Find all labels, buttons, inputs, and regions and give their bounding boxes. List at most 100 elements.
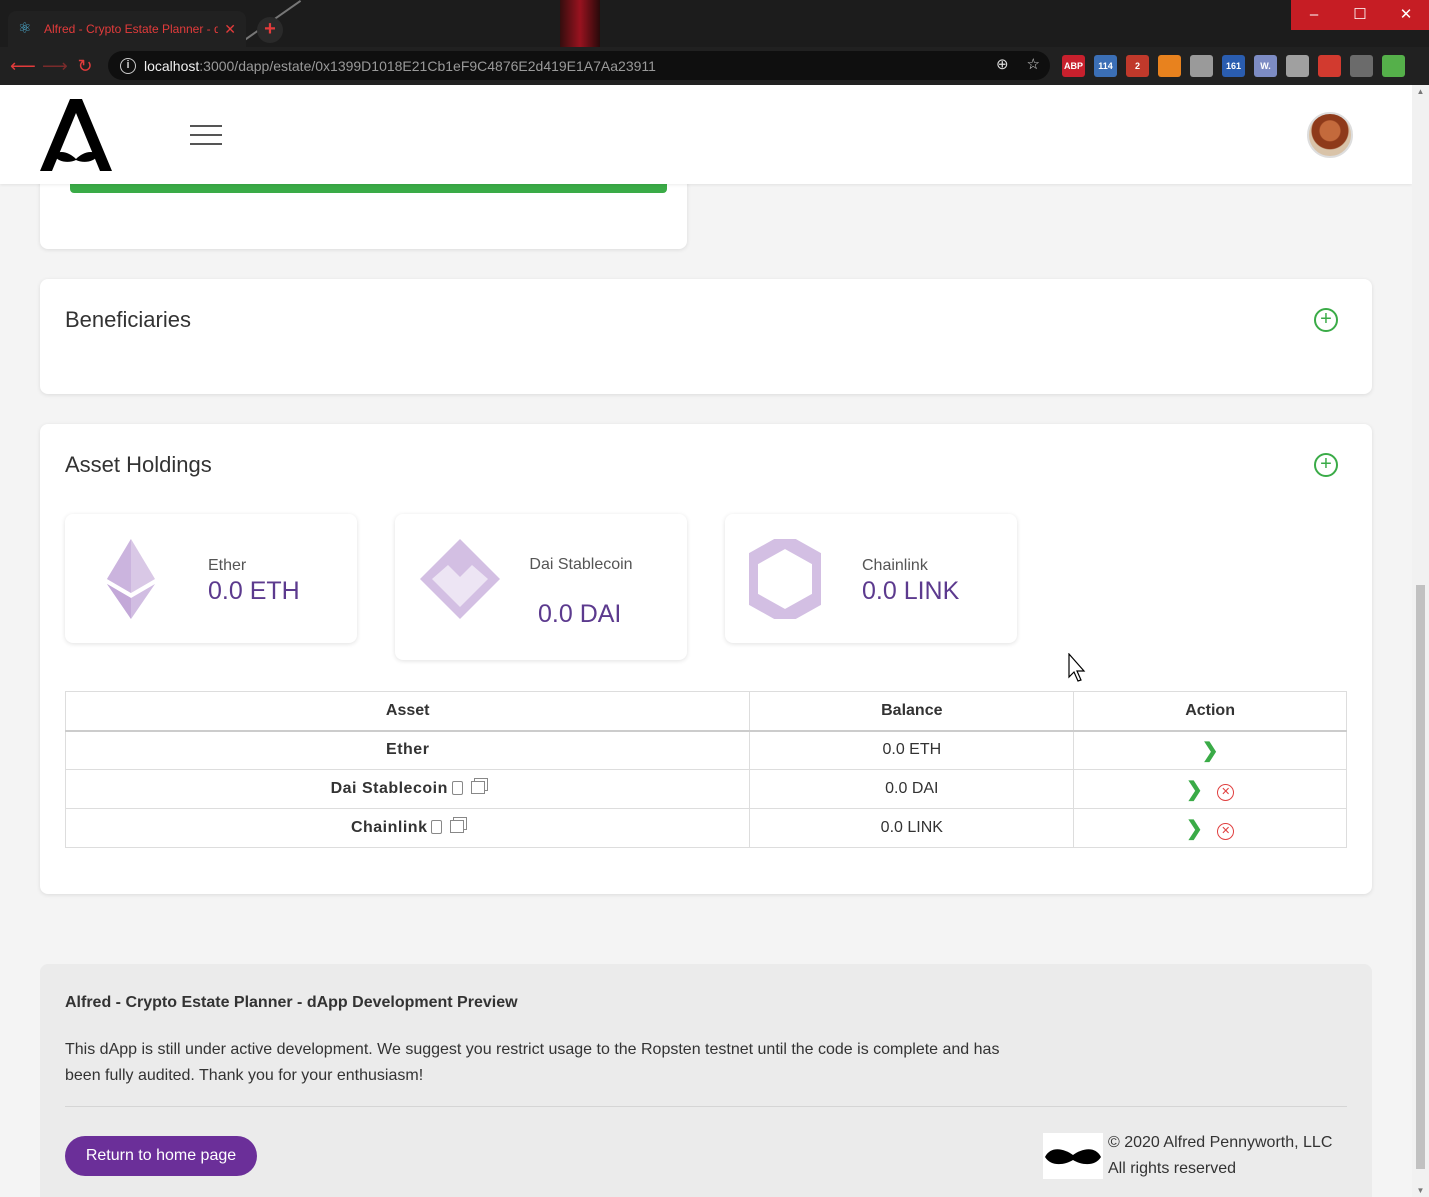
- wallpaper-decoration: [560, 0, 600, 47]
- asset-name-cell: Ether: [64, 730, 751, 770]
- beneficiaries-card: Beneficiaries +: [40, 279, 1372, 394]
- extension-icon[interactable]: [1190, 55, 1213, 77]
- return-home-button[interactable]: Return to home page: [65, 1136, 257, 1176]
- table-row: Ether 0.0 ETH ❯: [64, 730, 1347, 770]
- footer: Alfred - Crypto Estate Planner - dApp De…: [40, 964, 1372, 1197]
- column-header-action: Action: [1073, 691, 1347, 732]
- asset-name-cell: Dai Stablecoin: [64, 769, 751, 809]
- scroll-thumb[interactable]: [1416, 585, 1425, 1169]
- new-tab-button[interactable]: +: [257, 17, 283, 43]
- bookmark-star-icon[interactable]: ☆: [1027, 55, 1040, 73]
- hamburger-icon[interactable]: [190, 125, 222, 145]
- asset-action-cell: ❯: [1073, 730, 1347, 770]
- extension-icon[interactable]: 114: [1094, 55, 1117, 77]
- dai-icon: [420, 539, 500, 619]
- clipboard-icon[interactable]: [451, 781, 463, 795]
- footer-divider: [65, 1106, 1347, 1107]
- table-header-row: Asset Balance Action: [64, 691, 1347, 732]
- extension-icon[interactable]: [1318, 55, 1341, 77]
- close-window-button[interactable]: ✕: [1383, 0, 1429, 30]
- asset-balance-cell: 0.0 DAI: [749, 769, 1075, 809]
- copyright-line: © 2020 Alfred Pennyworth, LLC: [1108, 1134, 1333, 1151]
- column-header-balance: Balance: [749, 691, 1075, 732]
- tab-close-icon[interactable]: ✕: [224, 21, 236, 38]
- ethereum-icon: [107, 539, 155, 619]
- alfred-logo[interactable]: [40, 97, 112, 173]
- tile-asset-name: Dai Stablecoin: [529, 556, 633, 573]
- table-row: Dai Stablecoin 0.0 DAI ❯ ✕: [64, 769, 1347, 809]
- add-asset-icon[interactable]: +: [1314, 453, 1338, 477]
- column-header-asset: Asset: [64, 691, 751, 732]
- tile-asset-balance: 0.0 ETH: [208, 577, 300, 605]
- asset-name: Ether: [386, 741, 430, 759]
- asset-action-cell: ❯ ✕: [1073, 808, 1347, 848]
- zoom-icon[interactable]: ⊕: [996, 55, 1009, 73]
- chevron-right-icon[interactable]: ❯: [1186, 779, 1203, 801]
- footer-title: Alfred - Crypto Estate Planner - dApp De…: [65, 994, 518, 1011]
- mustache-logo: [1043, 1133, 1103, 1179]
- react-favicon-icon: ⚛: [18, 20, 32, 37]
- url-host: localhost: [144, 57, 200, 74]
- chainlink-icon: [749, 539, 821, 619]
- maximize-button[interactable]: ☐: [1337, 0, 1383, 30]
- extension-icon[interactable]: W.: [1254, 55, 1277, 77]
- site-info-icon[interactable]: i: [120, 57, 136, 74]
- tab-title: Alfred - Crypto Estate Planner - d: [43, 22, 219, 36]
- chevron-right-icon[interactable]: ❯: [1202, 740, 1219, 762]
- add-beneficiary-icon[interactable]: +: [1314, 308, 1338, 332]
- asset-tile-ether[interactable]: Ether 0.0 ETH: [65, 514, 357, 643]
- copy-icon[interactable]: [450, 820, 465, 833]
- asset-name-cell: Chainlink: [64, 808, 751, 848]
- extension-icon[interactable]: 161: [1222, 55, 1245, 77]
- user-avatar[interactable]: [1307, 112, 1353, 158]
- browser-toolbar: ⟵ ⟶ ↻ i localhost:3000/dapp/estate/0x139…: [0, 47, 1429, 85]
- extension-icon[interactable]: 2: [1126, 55, 1149, 77]
- scroll-up-icon[interactable]: ▲: [1416, 87, 1425, 96]
- clipboard-icon[interactable]: [431, 820, 443, 834]
- extension-icon[interactable]: [1350, 55, 1373, 77]
- remove-circle-icon[interactable]: ✕: [1217, 783, 1235, 801]
- tile-asset-balance: 0.0 LINK: [862, 577, 960, 605]
- asset-holdings-card: Asset Holdings + Ether 0.0 ETH Dai Stabl…: [40, 424, 1372, 894]
- extension-icon[interactable]: ABP: [1062, 55, 1085, 77]
- browser-tab[interactable]: ⚛ Alfred - Crypto Estate Planner - d ✕: [8, 11, 246, 47]
- browser-tab-strip: ⚛ Alfred - Crypto Estate Planner - d ✕ +…: [0, 0, 1429, 47]
- footer-notice: This dApp is still under active developm…: [65, 1041, 1000, 1084]
- address-bar[interactable]: i localhost:3000/dapp/estate/0x1399D1018…: [108, 51, 1050, 80]
- remove-circle-icon[interactable]: ✕: [1217, 822, 1235, 840]
- extensions-bar: ABP 114 2 161 W.: [1062, 55, 1405, 77]
- tile-asset-name: Chainlink: [862, 557, 928, 574]
- page-viewport: Beneficiaries + Asset Holdings + Ether 0…: [0, 85, 1412, 1197]
- asset-holdings-title: Asset Holdings: [65, 452, 212, 477]
- url-path: :3000/dapp/estate/0x1399D1018E21Cb1eF9C4…: [199, 57, 656, 74]
- asset-name: Dai Stablecoin: [330, 780, 448, 797]
- asset-balance-cell: 0.0 ETH: [749, 730, 1075, 770]
- chevron-right-icon[interactable]: ❯: [1186, 818, 1203, 840]
- asset-tile-chainlink[interactable]: Chainlink 0.0 LINK: [725, 514, 1017, 643]
- extension-icon[interactable]: [1158, 55, 1181, 77]
- table-row: Chainlink 0.0 LINK ❯ ✕: [64, 808, 1347, 848]
- page-scrollbar[interactable]: ▲ ▼: [1412, 85, 1429, 1197]
- window-controls: – ☐ ✕: [1291, 0, 1429, 30]
- mustache-icon: [1045, 1149, 1101, 1165]
- asset-table: Asset Balance Action Ether 0.0 ETH ❯ Dai…: [64, 691, 1347, 848]
- asset-action-cell: ❯ ✕: [1073, 769, 1347, 809]
- extension-icon[interactable]: [1286, 55, 1309, 77]
- asset-balance-cell: 0.0 LINK: [749, 808, 1075, 848]
- copy-icon[interactable]: [470, 781, 485, 794]
- back-arrow-icon[interactable]: ⟵: [10, 56, 36, 77]
- minimize-button[interactable]: –: [1291, 0, 1337, 30]
- asset-tile-dai[interactable]: Dai Stablecoin 0.0 DAI: [395, 514, 687, 660]
- tile-asset-name: Ether: [208, 557, 247, 574]
- mouse-cursor-icon: [1068, 653, 1086, 682]
- tile-asset-balance: 0.0 DAI: [538, 600, 622, 628]
- rights-line: All rights reserved: [1108, 1160, 1237, 1177]
- scroll-down-icon[interactable]: ▼: [1416, 1186, 1425, 1195]
- app-header: [0, 85, 1412, 184]
- copyright: © 2020 Alfred Pennyworth, LLC All rights…: [1108, 1130, 1332, 1182]
- extension-icon[interactable]: [1382, 55, 1405, 77]
- reload-icon[interactable]: ↻: [74, 56, 96, 77]
- forward-arrow-icon[interactable]: ⟶: [42, 56, 68, 77]
- asset-name: Chainlink: [350, 819, 428, 836]
- beneficiaries-title: Beneficiaries: [65, 307, 191, 332]
